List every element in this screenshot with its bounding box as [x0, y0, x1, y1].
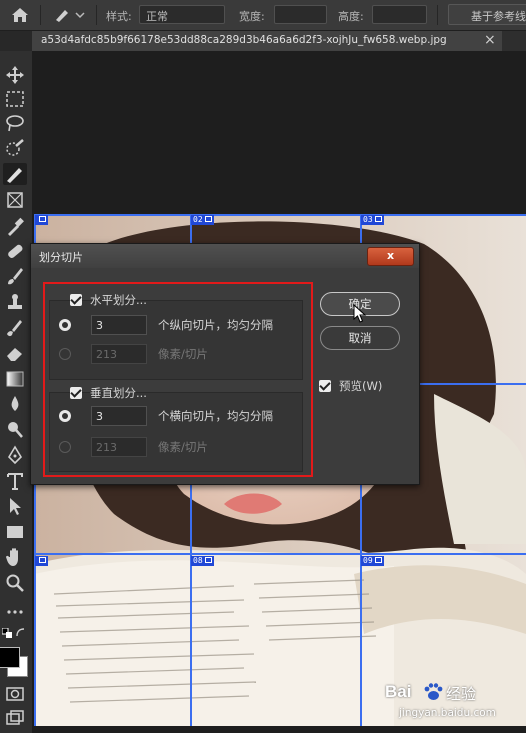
preview-label: 预览(W): [339, 379, 383, 393]
default-colors-icon[interactable]: [1, 627, 12, 638]
slice-label-02[interactable]: 02: [191, 215, 214, 225]
clone-stamp-tool-icon[interactable]: [3, 291, 27, 313]
watermark-url: jingyan.baidu.com: [399, 707, 496, 719]
marquee-tool-icon[interactable]: [3, 88, 27, 110]
move-tool-icon[interactable]: [3, 64, 27, 86]
slices-from-guides-button[interactable]: 基于参考线: [448, 4, 526, 25]
width-label: 宽度:: [239, 10, 265, 23]
style-select[interactable]: 正常: [139, 5, 225, 24]
document-tab-bar: a53d4afdc85b9f66178e53dd88ca289d3b46a6a6…: [32, 31, 526, 51]
close-tab-icon[interactable]: ×: [484, 32, 496, 48]
slices-from-guides-label: 基于参考线: [471, 10, 526, 23]
horizontal-pixels-input[interactable]: 213: [91, 344, 147, 364]
screen-mode-icon[interactable]: [3, 707, 27, 729]
separator: [40, 5, 41, 25]
document-tab-title: a53d4afdc85b9f66178e53dd88ca289d3b46a6a6…: [41, 34, 447, 46]
document-tab[interactable]: a53d4afdc85b9f66178e53dd88ca289d3b46a6a6…: [32, 31, 502, 51]
dialog-close-button[interactable]: x: [367, 247, 414, 266]
slice-line-lower: [34, 553, 526, 555]
mouse-cursor-icon: [353, 303, 367, 324]
slice-icon: [39, 557, 46, 563]
quick-selection-tool-icon[interactable]: [3, 137, 27, 159]
slice-icon: [39, 216, 46, 222]
more-tools-icon[interactable]: [3, 601, 27, 623]
hand-tool-icon[interactable]: [3, 546, 27, 568]
horizontal-count-radio[interactable]: [59, 319, 71, 331]
zoom-tool-icon[interactable]: [3, 572, 27, 594]
slice-label-01[interactable]: [35, 215, 48, 225]
vertical-count-radio[interactable]: [59, 410, 71, 422]
slice-line-column-2: [360, 484, 362, 726]
pen-tool-icon[interactable]: [3, 444, 27, 466]
options-bar: 样式: 正常 宽度: 高度: 基于参考线: [0, 0, 526, 31]
vertical-count-input[interactable]: 3: [91, 406, 147, 426]
rectangle-tool-icon[interactable]: [3, 521, 27, 543]
height-input[interactable]: [372, 5, 427, 24]
slice-label-07[interactable]: [35, 556, 48, 566]
brush-tool-icon[interactable]: [3, 265, 27, 287]
slice-icon: [374, 216, 382, 222]
horizontal-divide-checkbox[interactable]: [70, 294, 82, 306]
slice-line-column-1: [190, 484, 192, 726]
watermark-brand-cn: 经验: [446, 685, 477, 703]
vertical-divide-label: 垂直划分...: [90, 386, 147, 400]
horizontal-count-input[interactable]: 3: [91, 315, 147, 335]
horizontal-count-suffix: 个纵向切片，均匀分隔: [158, 318, 273, 332]
dodge-tool-icon[interactable]: [3, 418, 27, 440]
divide-slice-dialog: 划分切片 x 水平划分... 3 个纵向切片，均匀分隔 213 像素/切片 垂直…: [30, 243, 420, 485]
slice-line-top: [34, 214, 526, 216]
vertical-pixels-input[interactable]: 213: [91, 437, 147, 457]
slice-icon: [204, 216, 212, 222]
watermark-brand: Bai: [385, 682, 412, 701]
type-tool-icon[interactable]: [3, 470, 27, 492]
dialog-title: 划分切片: [39, 251, 83, 264]
gradient-tool-icon[interactable]: [3, 368, 27, 390]
horizontal-pixels-suffix: 像素/切片: [158, 347, 208, 361]
paw-logo-icon: [423, 683, 443, 701]
vertical-divide-group: [49, 392, 303, 472]
separator: [96, 5, 97, 25]
preview-checkbox[interactable]: [319, 380, 331, 392]
quick-mask-icon[interactable]: [3, 683, 27, 705]
tools-panel: [0, 51, 33, 733]
foreground-color-swatch[interactable]: [0, 647, 20, 668]
vertical-pixels-suffix: 像素/切片: [158, 440, 208, 454]
path-selection-tool-icon[interactable]: [3, 495, 27, 517]
home-icon[interactable]: [10, 6, 30, 24]
horizontal-pixels-radio[interactable]: [59, 348, 71, 360]
slice-label-03[interactable]: 03: [361, 215, 384, 225]
horizontal-divide-label: 水平划分...: [90, 293, 147, 307]
cancel-button[interactable]: 取消: [320, 326, 400, 350]
eraser-tool-icon[interactable]: [3, 342, 27, 364]
slice-line-middle: [416, 383, 526, 385]
style-select-value: 正常: [146, 10, 168, 23]
slice-icon: [204, 557, 212, 563]
style-label: 样式:: [106, 10, 132, 23]
frame-tool-icon[interactable]: [3, 189, 27, 211]
slice-tool-icon[interactable]: [3, 163, 27, 185]
baidu-jingyan-watermark: Bai 经验 jingyan.baidu.com: [383, 680, 523, 730]
history-brush-tool-icon[interactable]: [3, 317, 27, 339]
blur-tool-icon[interactable]: [3, 393, 27, 415]
eyedropper-tool-icon[interactable]: [3, 215, 27, 237]
dialog-titlebar[interactable]: 划分切片 x: [31, 244, 419, 268]
slice-tool-preset-icon[interactable]: [54, 7, 86, 23]
slice-icon: [374, 557, 382, 563]
width-input[interactable]: [274, 5, 327, 24]
vertical-pixels-radio[interactable]: [59, 441, 71, 453]
horizontal-divide-group: [49, 300, 303, 380]
height-label: 高度:: [338, 10, 364, 23]
healing-brush-tool-icon[interactable]: [3, 240, 27, 262]
lasso-tool-icon[interactable]: [3, 112, 27, 134]
vertical-divide-checkbox[interactable]: [70, 387, 82, 399]
vertical-count-suffix: 个横向切片，均匀分隔: [158, 409, 273, 423]
swap-colors-icon[interactable]: [16, 628, 26, 638]
slice-label-09[interactable]: 09: [361, 556, 384, 566]
slice-label-08[interactable]: 08: [191, 556, 214, 566]
separator: [437, 5, 438, 25]
